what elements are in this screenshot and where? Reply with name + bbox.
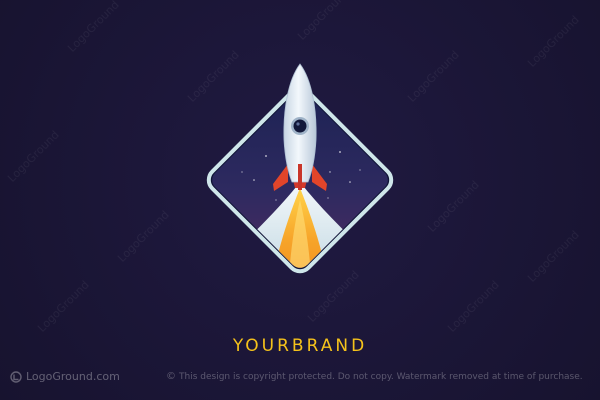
watermark-text: LogoGround xyxy=(115,208,172,265)
copyright-notice: © This design is copyright protected. Do… xyxy=(166,370,583,384)
watermark-text: LogoGround xyxy=(295,0,352,43)
watermark-text: LogoGround xyxy=(525,228,582,285)
logoground-logo-icon xyxy=(10,371,22,383)
copyright-icon: © xyxy=(166,371,176,382)
watermark-text: LogoGround xyxy=(445,278,502,335)
brand-name: YOURBRAND xyxy=(232,336,368,356)
watermark-text: LogoGround xyxy=(425,178,482,235)
watermark-text: LogoGround xyxy=(65,0,122,55)
site-credit: LogoGround.com xyxy=(10,370,120,384)
copyright-notice-text: This design is copyright protected. Do n… xyxy=(179,372,583,382)
watermark-text: LogoGround xyxy=(35,278,92,335)
rocket-emblem xyxy=(206,63,394,274)
rocket-fin-center xyxy=(298,164,302,190)
watermark-text: LogoGround xyxy=(525,13,582,70)
logo-canvas: LogoGround LogoGround LogoGround LogoGro… xyxy=(0,0,600,400)
site-name: LogoGround.com xyxy=(26,370,120,383)
watermark-text: LogoGround xyxy=(5,128,62,185)
